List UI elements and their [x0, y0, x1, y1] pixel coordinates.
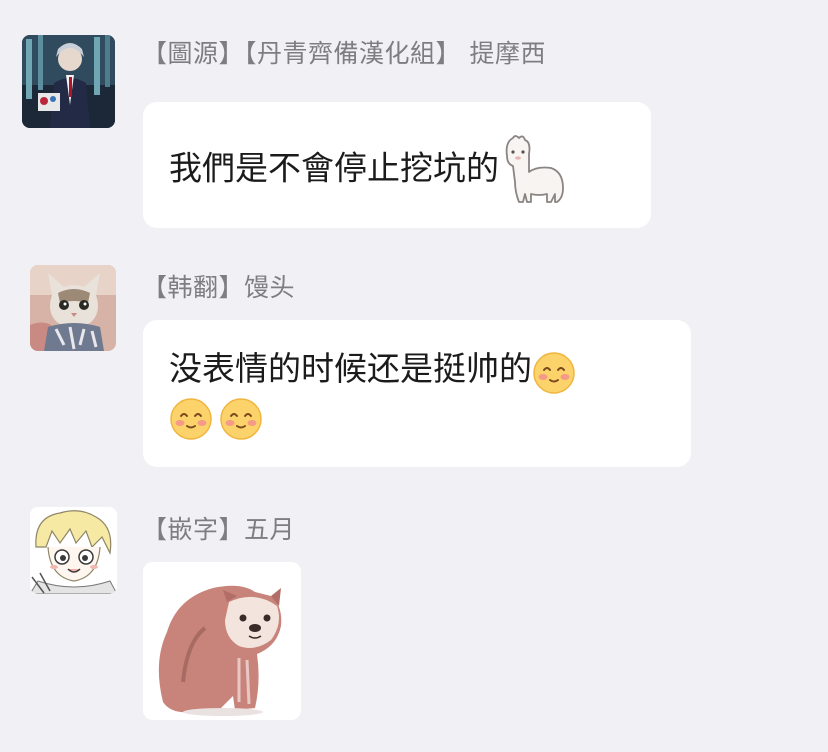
blush-smile-emoji-icon — [169, 397, 213, 441]
dog-sticker-image — [143, 562, 301, 720]
blush-smile-emoji-icon — [219, 397, 263, 441]
message-bubble[interactable]: 我們是不會停止挖坑的 — [143, 102, 651, 228]
avatar-image — [22, 35, 115, 128]
message-bubble[interactable]: 没表情的时候还是挺帅的 — [143, 320, 691, 467]
avatar-image — [30, 507, 117, 594]
message-text: 没表情的时候还是挺帅的 — [169, 349, 532, 388]
avatar-mantou[interactable] — [30, 265, 116, 351]
avatar-timothy[interactable] — [22, 35, 115, 128]
sender-name: 【韩翻】馒头 — [142, 273, 296, 302]
avatar-wuyue[interactable] — [30, 507, 117, 594]
chat-message: 【圖源】【丹青齊備漢化組】 提摩西 我們是不會停止挖坑的 — [0, 0, 828, 240]
sender-name: 【圖源】【丹青齊備漢化組】 提摩西 — [142, 39, 546, 68]
sender-name: 【嵌字】五月 — [142, 515, 296, 544]
blush-smile-emoji-icon — [532, 351, 576, 395]
chat-message: 【嵌字】五月 — [0, 480, 828, 752]
sitting-dog-sticker[interactable] — [143, 562, 301, 720]
message-text: 我們是不會停止挖坑的 — [169, 148, 499, 188]
chat-message: 【韩翻】馒头 没表情的时候还是挺帅的 — [0, 240, 828, 480]
chat-screen: 【圖源】【丹青齊備漢化組】 提摩西 我們是不會停止挖坑的 【韩翻】馒头 没表情的… — [0, 0, 828, 752]
alpaca-sticker-icon — [499, 132, 567, 206]
avatar-image — [30, 265, 116, 351]
